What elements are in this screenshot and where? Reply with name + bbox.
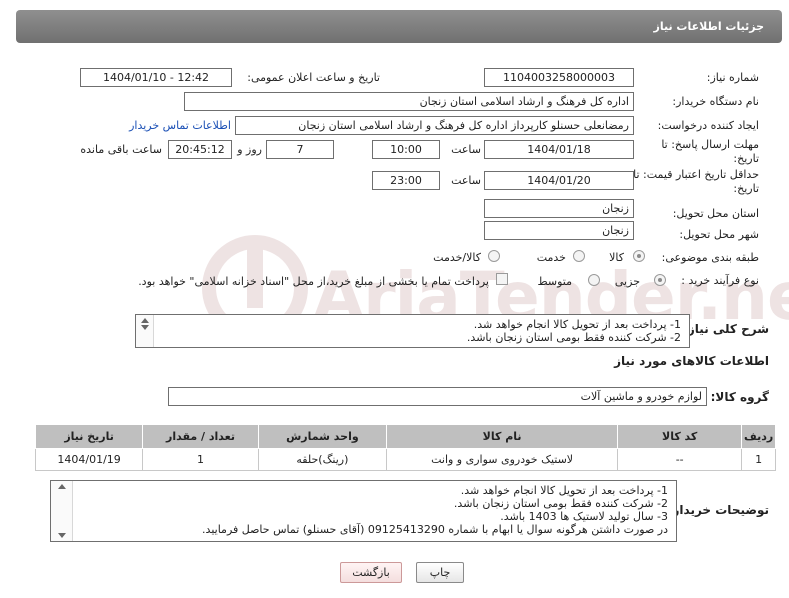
- price-time-field: 23:00: [372, 171, 440, 190]
- price-validity-label: حداقل تاریخ اعتبار قیمت: تا: [633, 168, 759, 181]
- goods-group-field: لوازم خودرو و ماشین آلات: [168, 387, 707, 406]
- col-header-row-number: ردیف: [741, 424, 776, 449]
- delivery-city-field: زنجان: [484, 221, 634, 240]
- goods-table: ردیف کد کالا نام کالا واحد شمارش تعداد /…: [34, 424, 776, 471]
- col-header-name: نام کالا: [385, 424, 619, 449]
- category-label: طبقه بندی موضوعی:: [661, 251, 759, 264]
- price-validity-label-date: تاریخ:: [733, 182, 759, 195]
- reply-time-field: 10:00: [372, 140, 440, 159]
- process-label: نوع فرآیند خرید :: [681, 274, 759, 287]
- reply-date-field: 1404/01/18: [484, 140, 634, 159]
- remaining-label: ساعت باقی مانده: [80, 143, 162, 156]
- summary-textarea[interactable]: 1- پرداخت بعد از تحویل کالا انجام خواهد …: [135, 314, 690, 348]
- table-row: 1 -- لاستیک خودروی سواری و وانت (رینگ)حل…: [34, 448, 776, 471]
- process-radio-medium[interactable]: [588, 274, 600, 286]
- scroll-down-icon[interactable]: [58, 533, 66, 538]
- summary-scrollbar[interactable]: [136, 315, 154, 347]
- cell-name: لاستیک خودروی سواری و وانت: [385, 448, 619, 471]
- scroll-down-icon[interactable]: [141, 325, 149, 330]
- category-option-service: خدمت: [536, 251, 566, 264]
- category-option-both: کالا/خدمت: [433, 251, 481, 264]
- notes-line-1: 1- پرداخت بعد از تحویل کالا انجام خواهد …: [460, 484, 668, 497]
- category-radio-both[interactable]: [488, 250, 500, 262]
- goods-group-label: گروه کالا:: [710, 390, 769, 404]
- panel-title: جزئیات اطلاعات نیاز: [653, 20, 765, 33]
- reply-time-label: ساعت: [451, 143, 481, 156]
- notes-scrollbar[interactable]: [51, 481, 73, 541]
- buyer-contact-link[interactable]: اطلاعات تماس خریدار: [129, 119, 231, 132]
- buyer-notes-textarea[interactable]: 1- پرداخت بعد از تحویل کالا انجام خواهد …: [50, 480, 677, 542]
- remaining-time-field: 20:45:12: [168, 140, 232, 159]
- buyer-org-label: نام دستگاه خریدار:: [672, 95, 759, 108]
- cell-code: --: [617, 448, 743, 471]
- treasury-checkbox[interactable]: [496, 273, 508, 285]
- requester-label: ایجاد کننده درخواست:: [657, 119, 759, 132]
- col-header-date: تاریخ نیاز: [34, 424, 144, 449]
- scroll-up-icon[interactable]: [141, 318, 149, 323]
- delivery-province-field: زنجان: [484, 199, 634, 218]
- need-details-page: AriaTender.neT جزئیات اطلاعات نیاز شماره…: [0, 0, 789, 598]
- announce-field: 1404/01/10 - 12:42: [80, 68, 232, 87]
- back-button[interactable]: بازگشت: [340, 562, 402, 583]
- print-button[interactable]: چاپ: [416, 562, 464, 583]
- days-label: روز و: [237, 143, 262, 156]
- delivery-city-label: شهر محل تحویل:: [679, 228, 759, 241]
- summary-line-1: 1- پرداخت بعد از تحویل کالا انجام خواهد …: [473, 318, 681, 331]
- cell-unit: (رینگ)حلقه: [257, 448, 388, 471]
- goods-section-title: اطلاعات کالاهای مورد نیاز: [614, 354, 769, 368]
- process-radio-minor[interactable]: [654, 274, 666, 286]
- reply-deadline-label-date: تاریخ:: [733, 152, 759, 165]
- summary-line-2: 2- شرکت کننده فقط بومی استان زنجان باشد.: [466, 331, 681, 344]
- col-header-unit: واحد شمارش: [257, 424, 388, 449]
- cell-quantity: 1: [142, 448, 259, 471]
- category-option-goods: کالا: [609, 251, 624, 264]
- category-radio-goods[interactable]: [633, 250, 645, 262]
- reply-deadline-label: مهلت ارسال پاسخ: تا: [661, 138, 759, 151]
- need-number-label: شماره نیاز:: [706, 71, 759, 84]
- notes-line-4: در صورت داشتن هرگونه سوال یا ابهام با شم…: [202, 523, 668, 536]
- price-date-field: 1404/01/20: [484, 171, 634, 190]
- notes-line-3: 3- سال تولید لاستیک ها 1403 باشد.: [500, 510, 668, 523]
- panel-header: جزئیات اطلاعات نیاز: [16, 10, 782, 43]
- category-radio-service[interactable]: [573, 250, 585, 262]
- notes-line-2: 2- شرکت کننده فقط بومی استان زنجان باشد.: [453, 497, 668, 510]
- buyer-org-field: اداره کل فرهنگ و ارشاد اسلامی استان زنجا…: [184, 92, 634, 111]
- delivery-province-label: استان محل تحویل:: [672, 207, 759, 220]
- price-time-label: ساعت: [451, 174, 481, 187]
- summary-label: شرح کلی نیاز:: [683, 322, 769, 336]
- process-option-medium: متوسط: [537, 275, 572, 288]
- col-header-quantity: تعداد / مقدار: [142, 424, 259, 449]
- announce-label: تاریخ و ساعت اعلان عمومی:: [247, 71, 380, 84]
- cell-row-number: 1: [741, 448, 776, 471]
- scroll-up-icon[interactable]: [58, 484, 66, 489]
- table-header-row: ردیف کد کالا نام کالا واحد شمارش تعداد /…: [34, 424, 776, 449]
- buyer-notes-label: توضیحات خریدار:: [667, 503, 769, 517]
- process-option-minor: جزیی: [614, 275, 640, 288]
- payment-note: پرداخت تمام یا بخشی از مبلغ خرید،از محل …: [138, 275, 489, 288]
- days-field: 7: [266, 140, 334, 159]
- col-header-code: کد کالا: [617, 424, 743, 449]
- requester-field: رمضانعلی حسنلو کارپرداز اداره کل فرهنگ و…: [235, 116, 634, 135]
- need-number-field: 1104003258000003: [484, 68, 634, 87]
- cell-date: 1404/01/19: [34, 448, 144, 471]
